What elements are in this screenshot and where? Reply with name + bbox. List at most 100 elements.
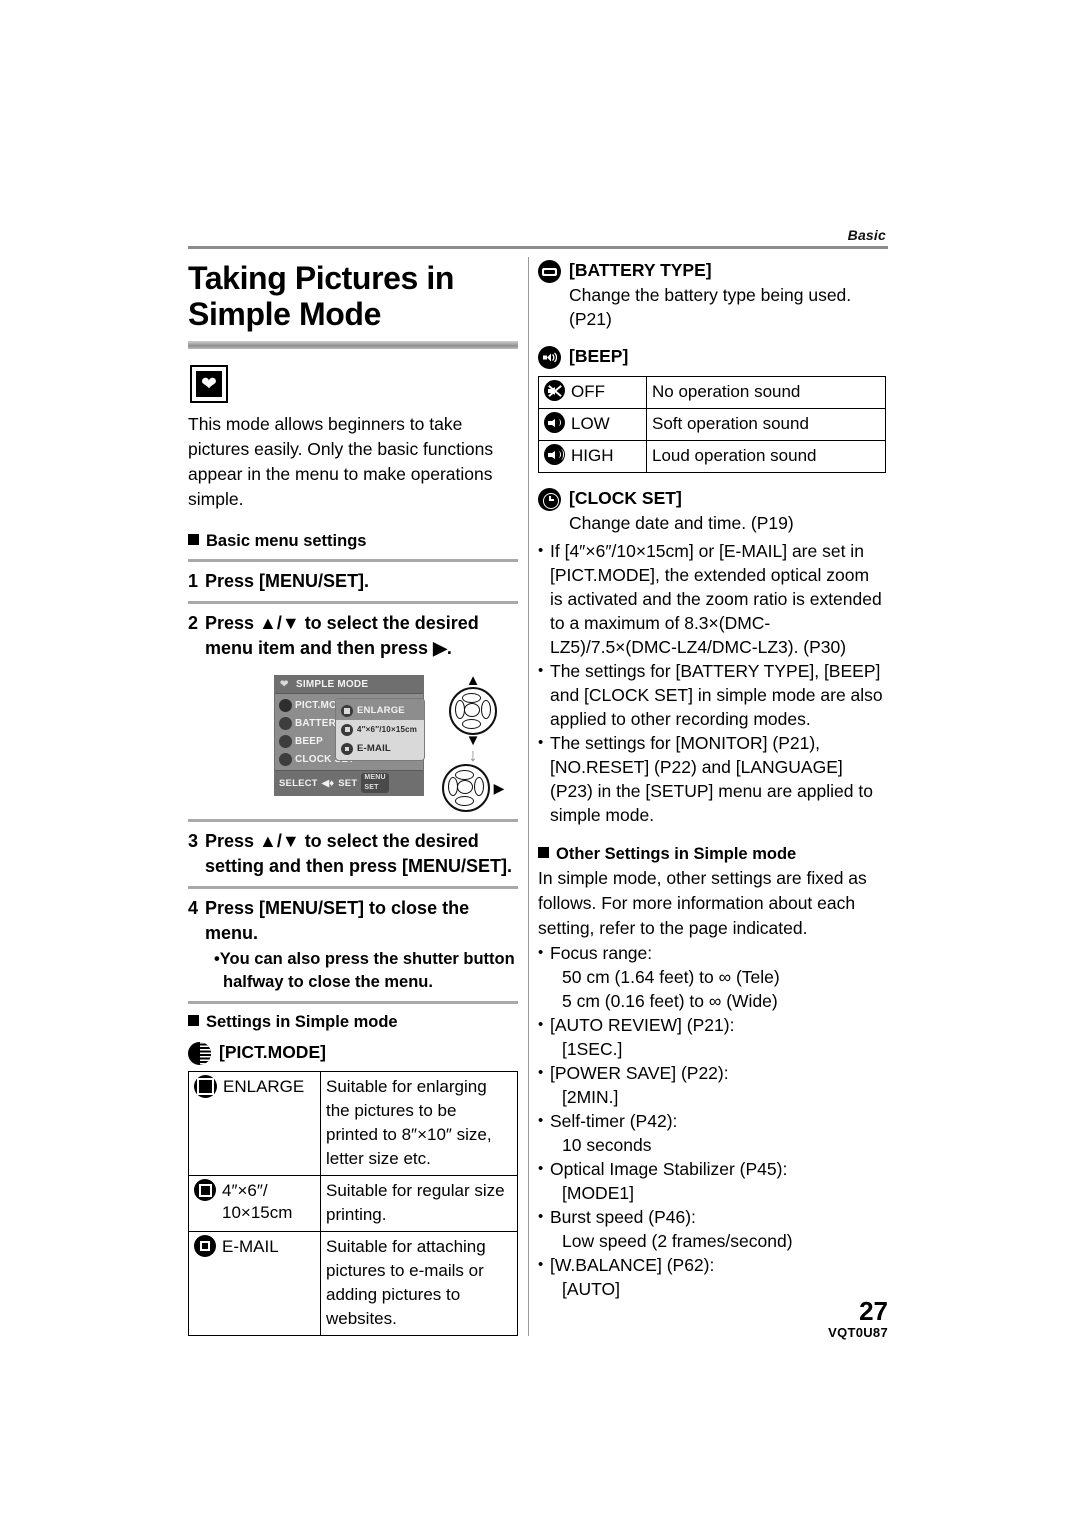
auto-review-label: [AUTO REVIEW] (P21): [550, 1015, 735, 1035]
list-item: Self-timer (P42): 10 seconds [538, 1109, 886, 1157]
cursor-pad2-down-key [454, 796, 474, 806]
step-2-number: 2 [188, 613, 199, 633]
step-rule-4 [188, 886, 518, 889]
burst-speed-label: Burst speed (P46): [550, 1207, 696, 1227]
step-2-text: Press ▲/▼ to select the desired menu ite… [205, 613, 479, 658]
battery-type-heading-label: [BATTERY TYPE] [569, 260, 712, 280]
lcd-footer-select-label: SELECT [279, 777, 318, 789]
beep-high-text: HIGH [571, 446, 614, 465]
beep-icon-small [279, 734, 292, 748]
basic-menu-settings-label: Basic menu settings [206, 532, 367, 550]
table-row: ENLARGE Suitable for enlarging the pictu… [188, 1071, 518, 1176]
cursor-pad2-up-key [454, 770, 474, 780]
lcd-submenu-email-label: E-MAIL [357, 743, 391, 754]
right-arrow-glyph: ▶ [493, 780, 505, 796]
pictmode-enlarge-desc: Suitable for enlarging the pictures to b… [320, 1071, 518, 1176]
menu-illustration: ❤ SIMPLE MODE PICT.MODE BATTERY TYP BEEP… [188, 673, 518, 812]
pictmode-row-email-label-cell: E-MAIL [188, 1231, 321, 1336]
lcd-item-beep-label: BEEP [295, 735, 324, 747]
lcd-title-bar: ❤ SIMPLE MODE [275, 676, 423, 694]
right-column: [BATTERY TYPE] Change the battery type b… [538, 257, 888, 1340]
page-number: 27 [859, 1296, 888, 1326]
doc-code: VQT0U87 [828, 1325, 888, 1340]
pictmode-4x6-line2: 10×15cm [222, 1203, 293, 1222]
notes-list: If [4″×6″/10×15cm] or [E-MAIL] are set i… [538, 539, 886, 827]
cursor-pad-lower[interactable] [441, 764, 490, 812]
cursor-pad-up-key [462, 693, 481, 703]
step-1: 1 Press [MENU/SET]. [188, 569, 518, 594]
battery-icon [538, 260, 561, 283]
square-bullet-icon [188, 534, 199, 545]
lcd-submenu-enlarge[interactable]: ENLARGE [336, 699, 424, 720]
manual-page: Basic Taking Pictures in Simple Mode ❤ T… [188, 227, 888, 1340]
lcd-title-label: SIMPLE MODE [296, 679, 369, 690]
size-small-icon [194, 1235, 216, 1257]
cursor-pad-lower-row: ▶ [441, 764, 505, 812]
focus-range-value-2: 5 cm (0.16 feet) to ∞ (Wide) [562, 991, 778, 1011]
pictmode-heading-label: [PICT.MODE] [219, 1042, 326, 1062]
intro-paragraph: This mode allows beginners to take pictu… [188, 414, 494, 509]
pictmode-icon-small [279, 698, 292, 712]
clock-set-heading: [CLOCK SET] [538, 487, 886, 511]
step-4-number: 4 [188, 898, 199, 918]
other-settings-heading: Other Settings in Simple mode [538, 843, 886, 865]
flow-arrow-glyph: ↓ [468, 745, 478, 765]
step-1-text: Press [MENU/SET]. [205, 571, 370, 591]
pictmode-4x6-desc: Suitable for regular size printing. [320, 1175, 518, 1232]
pictmode-heading: [PICT.MODE] [188, 1041, 518, 1065]
beep-icon [538, 346, 561, 369]
lcd-submenu-4x6[interactable]: 4″×6″/10×15cm [336, 720, 424, 739]
pictmode-4x6-text: 4″×6″/ 10×15cm [222, 1179, 292, 1224]
pictmode-table: ENLARGE Suitable for enlarging the pictu… [188, 1071, 518, 1336]
speaker-off-icon [544, 380, 565, 401]
square-bullet-icon-3 [538, 847, 549, 858]
lcd-submenu-email[interactable]: E-MAIL [336, 739, 424, 758]
step-rule-2 [188, 601, 518, 604]
beep-low-text: LOW [571, 414, 610, 433]
other-settings-list: Focus range: 50 cm (1.64 feet) to ∞ (Tel… [538, 941, 886, 1301]
running-head: Basic [847, 227, 886, 243]
cursor-pad-down-key [462, 719, 481, 729]
list-item: If [4″×6″/10×15cm] or [E-MAIL] are set i… [538, 539, 886, 659]
beep-low-label: LOW [544, 412, 640, 435]
step-3-number: 3 [188, 831, 199, 851]
list-item: Optical Image Stabilizer (P45): [MODE1] [538, 1157, 886, 1205]
step-4: 4 Press [MENU/SET] to close the menu. [188, 896, 518, 946]
two-column-body: Taking Pictures in Simple Mode ❤ This mo… [188, 257, 888, 1340]
table-row: E-MAIL Suitable for attaching pictures t… [188, 1231, 518, 1336]
size-large-icon-small [341, 704, 353, 717]
cursor-pad-upper[interactable] [449, 687, 497, 735]
focus-range-label: Focus range: [550, 943, 653, 963]
ois-value: [MODE1] [562, 1183, 634, 1203]
menu-set-button-icon: MENU SET [361, 773, 389, 793]
self-timer-label: Self-timer (P42): [550, 1111, 678, 1131]
table-row: OFF No operation sound [538, 376, 886, 409]
cursor-button-diagram: ▲ ▼ ↓ ▶ [438, 673, 508, 812]
size-small-icon-small [341, 742, 353, 755]
pictmode-email-desc: Suitable for attaching pictures to e-mai… [320, 1231, 518, 1336]
beep-table: OFF No operation sound LOW Soft operatio… [538, 376, 886, 473]
lcd-submenu-4x6-label: 4″×6″/10×15cm [357, 725, 418, 734]
beep-off-label: OFF [544, 380, 640, 403]
heart-icon: ❤ [196, 371, 222, 397]
heart-icon-frame: ❤ [190, 365, 228, 403]
table-row: 4″×6″/ 10×15cm Suitable for regular size… [188, 1175, 518, 1232]
pictmode-4x6-line1: 4″×6″/ [222, 1181, 268, 1200]
burst-speed-value: Low speed (2 frames/second) [562, 1231, 793, 1251]
list-item: [POWER SAVE] (P22): [2MIN.] [538, 1061, 886, 1109]
white-balance-label: [W.BALANCE] (P62): [550, 1255, 715, 1275]
pictmode-4x6-label: 4″×6″/ 10×15cm [194, 1179, 314, 1224]
beep-off-desc: No operation sound [646, 376, 886, 409]
list-item: [AUTO REVIEW] (P21): [1SEC.] [538, 1013, 886, 1061]
pictmode-email-text: E-MAIL [222, 1237, 279, 1256]
battery-icon-small [279, 716, 292, 730]
size-mid-icon [194, 1179, 216, 1201]
beep-high-label-cell: HIGH [538, 440, 647, 473]
settings-heading-label: Settings in Simple mode [206, 1013, 398, 1031]
battery-type-heading: [BATTERY TYPE] [538, 259, 886, 283]
beep-off-label-cell: OFF [538, 376, 647, 409]
clock-set-body: Change date and time. (P19) [569, 513, 794, 533]
cursor-pad-right-key [481, 700, 491, 719]
pictmode-row-enlarge-label-cell: ENLARGE [188, 1071, 321, 1176]
speaker-low-icon [544, 412, 565, 433]
